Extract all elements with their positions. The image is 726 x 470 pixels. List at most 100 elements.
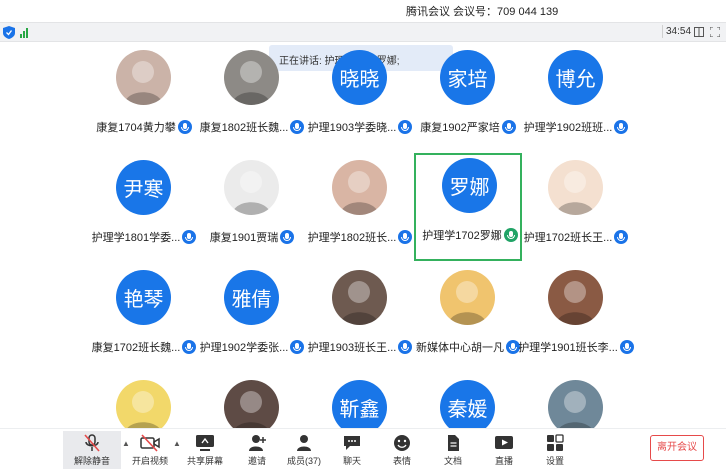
avatar: 罗娜 [442, 158, 497, 213]
participant-tile[interactable]: 晓晓护理1903学委晓... [306, 45, 414, 153]
avatar [548, 380, 603, 435]
participant-tile[interactable]: 罗娜护理学1702罗娜 [414, 153, 522, 261]
signal-icon[interactable] [20, 27, 32, 38]
microphone-icon [503, 228, 518, 242]
participant-namebar: 护理学1801学委... [90, 229, 198, 245]
participant-tile[interactable]: 艳琴康复1702班长魏... [90, 265, 198, 373]
microphone-icon [398, 340, 413, 354]
microphone-icon [177, 120, 192, 134]
participant-tile[interactable]: 康复1704黄力攀 [90, 45, 198, 153]
participant-tile[interactable]: 尹寒护理学1801学委... [90, 155, 198, 263]
participant-namebar: 护理1903班长王... [306, 339, 414, 355]
participant-namebar: 护理学1802班长... [306, 229, 414, 245]
microphone-icon [398, 230, 413, 244]
document-icon [448, 435, 459, 451]
microphone-icon [398, 120, 413, 134]
participant-namebar: 康复1902严家培 [414, 119, 522, 135]
avatar: 靳鑫 [332, 380, 387, 435]
avatar [548, 160, 603, 215]
status-bar: 34:54 [0, 22, 726, 42]
participant-name: 护理1902学委张... [199, 342, 289, 354]
participant-tile[interactable]: 新媒体中心胡一凡 [414, 265, 522, 373]
title-bar: 腾讯会议 会议号：709 044 139 [0, 0, 726, 22]
participant-name: 护理学1702罗娜 [422, 230, 502, 242]
participant-name: 康复1704黄力攀 [96, 122, 176, 134]
share-screen-icon [196, 435, 214, 451]
participant-name: 护理1702班长王... [523, 232, 613, 244]
avatar [116, 50, 171, 105]
avatar: 艳琴 [116, 270, 171, 325]
avatar [224, 160, 279, 215]
participant-name: 护理学1802班长... [307, 232, 397, 244]
leave-meeting-button[interactable]: 离开会议 [650, 435, 704, 461]
live-button[interactable]: 直播 [478, 431, 530, 469]
members-button[interactable]: 成员(37) [278, 431, 330, 469]
participant-namebar: 康复1704黄力攀 [90, 119, 198, 135]
participant-name: 康复1702班长魏... [91, 342, 181, 354]
bottom-toolbar: 解除静音 ▲ 开启视频 ▲ 共享屏幕 邀请 成员(37) 聊天 表情 文档 直播… [0, 428, 726, 470]
participant-tile[interactable]: 护理1702班长王... [522, 155, 630, 263]
grid-view-icon[interactable] [694, 27, 704, 37]
participant-tile[interactable]: 护理1903班长王... [306, 265, 414, 373]
share-screen-button[interactable]: 共享屏幕 [179, 431, 231, 469]
participant-name: 康复1802班长魏... [199, 122, 289, 134]
shield-icon[interactable] [3, 26, 15, 39]
chat-icon [344, 436, 360, 450]
participant-tile[interactable]: 家培康复1902严家培 [414, 45, 522, 153]
participant-name: 护理学1801学委... [91, 232, 181, 244]
microphone-icon [619, 340, 634, 354]
avatar [548, 270, 603, 325]
avatar: 博允 [548, 50, 603, 105]
invite-button[interactable]: 邀请 [231, 431, 283, 469]
participant-name: 新媒体中心胡一凡 [416, 342, 504, 354]
participant-name: 康复1902严家培 [420, 122, 500, 134]
meeting-timer: 34:54 [662, 25, 694, 38]
participant-name: 护理学1902班班... [523, 122, 613, 134]
participant-namebar: 新媒体中心胡一凡 [414, 339, 522, 355]
video-label: 开启视频 [131, 456, 168, 466]
participant-tile[interactable]: 康复1901贾瑞 [198, 155, 306, 263]
live-broadcast-icon [495, 436, 513, 449]
participant-tile[interactable]: 护理学1901班长李... [518, 265, 634, 373]
participant-tile[interactable]: 雅倩护理1902学委张... [198, 265, 306, 373]
avatar: 晓晓 [332, 50, 387, 105]
microphone-icon [290, 120, 305, 134]
participant-tile[interactable]: 康复1802班长魏... [198, 45, 306, 153]
participant-tile[interactable]: 博允护理学1902班班... [522, 45, 630, 153]
participant-name: 护理1903学委晓... [307, 122, 397, 134]
microphone-icon [290, 340, 305, 354]
window-title: 腾讯会议 会议号：709 044 139 [406, 6, 559, 18]
invite-icon [249, 435, 266, 451]
avatar: 秦媛 [440, 380, 495, 435]
avatar [224, 380, 279, 435]
chat-button[interactable]: 聊天 [326, 431, 378, 469]
avatar [332, 270, 387, 325]
settings-grid-icon [547, 434, 564, 451]
settings-button[interactable]: 设置 [529, 431, 581, 469]
live-label: 直播 [494, 456, 513, 466]
participant-namebar: 护理学1902班班... [522, 119, 630, 135]
docs-button[interactable]: 文档 [427, 431, 479, 469]
fullscreen-icon[interactable] [710, 27, 720, 37]
unmute-button[interactable]: 解除静音 [63, 431, 121, 469]
microphone-icon [182, 230, 197, 244]
participant-namebar: 护理1903学委晓... [306, 119, 414, 135]
video-off-icon [140, 434, 160, 452]
participant-namebar: 康复1702班长魏... [90, 339, 198, 355]
participant-name: 护理1903班长王... [307, 342, 397, 354]
participant-tile[interactable]: 护理学1802班长... [306, 155, 414, 263]
chat-label: 聊天 [342, 456, 361, 466]
settings-label: 设置 [545, 456, 564, 466]
participant-namebar: 康复1802班长魏... [198, 119, 306, 135]
microphone-icon [182, 340, 197, 354]
mic-muted-icon [84, 434, 100, 452]
emoji-button[interactable]: 表情 [376, 431, 428, 469]
share-label: 共享屏幕 [186, 456, 223, 466]
invite-label: 邀请 [247, 456, 266, 466]
avatar: 尹寒 [116, 160, 171, 215]
start-video-button[interactable]: 开启视频 [124, 431, 176, 469]
avatar: 家培 [440, 50, 495, 105]
avatar: 雅倩 [224, 270, 279, 325]
docs-label: 文档 [443, 456, 462, 466]
members-label: 成员(37) [286, 456, 321, 466]
